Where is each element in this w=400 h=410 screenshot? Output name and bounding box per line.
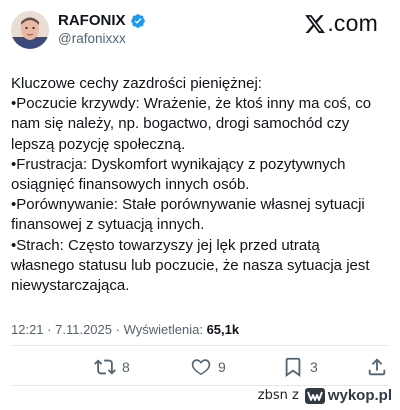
tweet-line: •Poczucie krzywdy: Wrażenie, że ktoś inn… xyxy=(11,95,372,113)
tweet-line: finansowej z sytuacją innych. xyxy=(11,216,205,234)
meta-separator: · xyxy=(115,322,124,337)
tweet-line: •Porównywanie: Stałe porównywanie własne… xyxy=(11,196,365,214)
tweet-text: Kluczowe cechy zazdrości pieniężnej: •Po… xyxy=(11,74,391,296)
tweet-line: •Strach: Często towarzyszy jej lęk przed… xyxy=(11,236,320,254)
retweet-icon xyxy=(94,359,116,375)
divider xyxy=(11,385,389,386)
verified-badge-icon xyxy=(130,13,146,29)
x-logo-icon xyxy=(305,14,326,33)
tweet-meta: 12:21 · 7.11.2025 · Wyświetlenia: 65,1k xyxy=(11,322,239,337)
divider xyxy=(11,345,389,346)
like-icon xyxy=(191,359,211,376)
views-count: 65,1k xyxy=(206,322,240,337)
tweet-card: RAFONIX @rafonixxx .com Kluczowe cechy z… xyxy=(0,0,400,410)
tweet-date[interactable]: 7.11.2025 xyxy=(55,322,112,337)
action-bar: 8 9 3 xyxy=(0,356,400,382)
site-logo-text: .com xyxy=(327,10,378,36)
bookmark-count: 3 xyxy=(310,359,318,375)
tweet-line: osiągnięć finansowych innych osób. xyxy=(11,176,250,194)
tweet-line: niewystarczająca. xyxy=(11,277,130,295)
like-button[interactable]: 9 xyxy=(190,356,226,378)
tweet-line: lepszą pozycję społeczną. xyxy=(11,135,186,153)
author-name-row: RAFONIX xyxy=(58,12,146,29)
share-button[interactable] xyxy=(366,356,388,378)
tweet-line: własnego statusu lub poczucie, że nasza … xyxy=(11,256,370,274)
site-logo: .com xyxy=(304,10,378,37)
tweet-time[interactable]: 12:21 xyxy=(11,322,44,337)
author-handle[interactable]: @rafonixxx xyxy=(58,31,126,46)
tweet-line: Kluczowe cechy zazdrości pieniężnej: xyxy=(11,75,262,92)
avatar[interactable] xyxy=(11,11,49,49)
source-watermark: zbsn z wykop.pl xyxy=(258,387,392,404)
retweet-button[interactable]: 8 xyxy=(94,356,130,378)
wykop-logo-icon xyxy=(304,387,325,404)
tweet-line: nam się należy, np. bogactwo, drogi samo… xyxy=(11,115,350,133)
tweet-line: •Frustracja: Dyskomfort wynikający z poz… xyxy=(11,155,346,173)
author-display-name[interactable]: RAFONIX xyxy=(58,12,126,29)
watermark-user[interactable]: zbsn z xyxy=(258,388,299,403)
wykop-brand[interactable]: wykop.pl xyxy=(328,387,392,404)
bookmark-button[interactable]: 3 xyxy=(282,356,318,378)
like-count: 9 xyxy=(218,359,226,375)
meta-separator: · xyxy=(47,322,56,337)
share-icon xyxy=(368,358,386,376)
retweet-count: 8 xyxy=(122,359,130,375)
bookmark-icon xyxy=(285,357,301,378)
views-label: Wyświetlenia: xyxy=(123,322,203,337)
